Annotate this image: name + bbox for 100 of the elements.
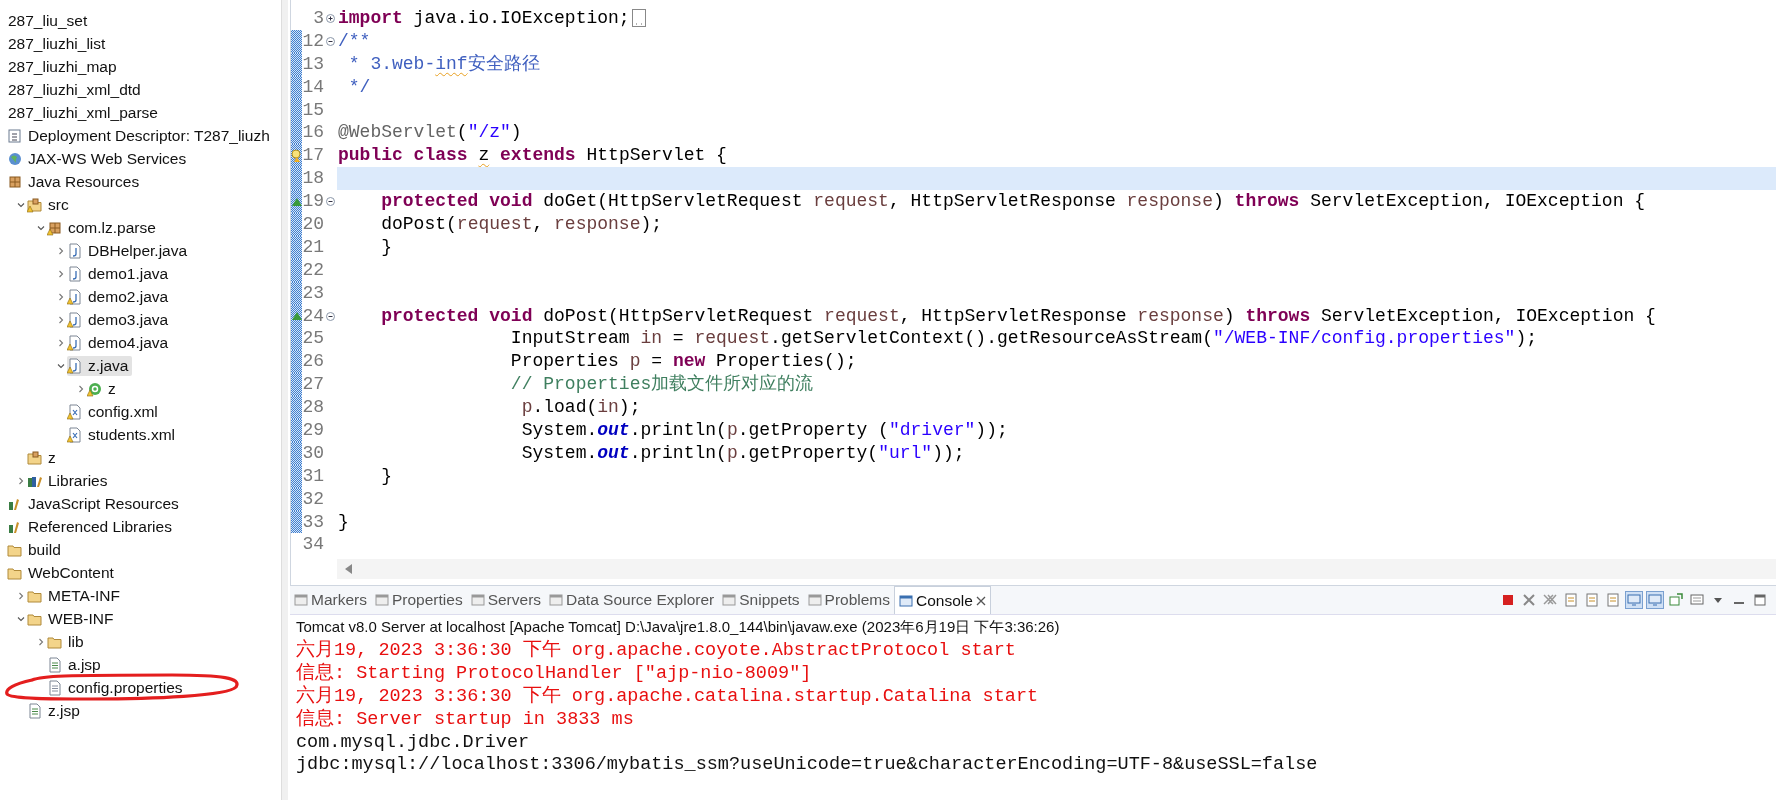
- line-number: 28: [302, 396, 324, 420]
- code-line: doPost(request, response);: [380, 213, 663, 236]
- line-number: 17: [302, 144, 324, 168]
- view-tab[interactable]: Problems: [803, 586, 895, 614]
- tree-item[interactable]: demo4.java: [67, 332, 172, 353]
- tree-item[interactable]: build: [7, 539, 64, 560]
- tree-item[interactable]: Referenced Libraries: [7, 516, 175, 537]
- view-tab[interactable]: Console: [894, 586, 991, 614]
- code-line: @WebServlet("/z"): [338, 121, 522, 145]
- line-number: 20: [302, 213, 324, 236]
- chevron-right-icon[interactable]: [56, 338, 65, 347]
- line-number: 14: [302, 75, 324, 99]
- code-line: }: [380, 235, 392, 259]
- chevron-right-icon[interactable]: [16, 476, 25, 485]
- console-line: 信息: Server startup in 3833 ms: [296, 708, 635, 732]
- triangle-icon[interactable]: [291, 197, 302, 206]
- tree-item[interactable]: z: [87, 378, 119, 399]
- lightbulb-icon[interactable]: [291, 148, 302, 163]
- launch-info: Tomcat v8.0 Server at localhost [Apache Tomcat] D:\Java\jre1.8.0_144\bin\javaw.exe (2023年6月19日 下午3:36:26): [295, 617, 1061, 637]
- chevron-right-icon[interactable]: [76, 384, 85, 393]
- expand-icon[interactable]: [326, 13, 335, 23]
- view-tab[interactable]: Data Source Explorer: [545, 586, 719, 614]
- display-icon[interactable]: [1689, 592, 1705, 608]
- line-number: 32: [302, 487, 324, 511]
- console-line: 信息: Starting ProtocolHandler ["ajp-nio-8009"]: [296, 662, 813, 685]
- stop-icon[interactable]: [1500, 592, 1516, 608]
- window-icon: [722, 593, 737, 607]
- scrollbar[interactable]: [281, 0, 288, 800]
- chevron-right-icon[interactable]: [56, 315, 65, 324]
- chevron-right-icon[interactable]: [36, 637, 45, 646]
- window-icon: [899, 593, 914, 608]
- chevron-right-icon[interactable]: [16, 591, 25, 600]
- chevron-right-icon[interactable]: [56, 292, 65, 301]
- tree-item[interactable]: META-INF: [27, 585, 124, 606]
- view-tab[interactable]: Servers: [466, 586, 546, 614]
- code-line: System.out.println(p.getProperty("url"));: [520, 441, 965, 465]
- tree-item[interactable]: src: [27, 194, 72, 215]
- chevron-down-icon[interactable]: [16, 200, 25, 209]
- tree-item[interactable]: com.lz.parse: [47, 217, 159, 238]
- code-line: }: [338, 510, 349, 534]
- line-number: 25: [302, 327, 324, 351]
- document-icon[interactable]: [1563, 592, 1579, 608]
- tree-item[interactable]: WebContent: [7, 562, 117, 583]
- chevron-down-icon[interactable]: [36, 223, 45, 232]
- line-number: 31: [302, 464, 324, 488]
- tree-item[interactable]: 287_liuzhi_xml_parse: [0, 102, 161, 123]
- tree-item[interactable]: Libraries: [27, 470, 111, 491]
- tree-item[interactable]: 287_liu_set: [0, 10, 91, 31]
- tree-item[interactable]: z.java: [67, 355, 132, 376]
- tree-item[interactable]: config.xml: [67, 401, 161, 422]
- tree-item[interactable]: Deployment Descriptor: T287_liuzh: [7, 125, 273, 146]
- line-number: 33: [302, 510, 324, 534]
- tree-item[interactable]: lib: [47, 631, 87, 652]
- tree-item[interactable]: 287_liuzhi_list: [0, 33, 109, 54]
- window-icon: [294, 593, 308, 607]
- code-line: protected void doGet(HttpServletRequest request, HttpServletResponse response) throws ServletException, IOException {: [380, 190, 1646, 214]
- console-line: jdbc:mysql://localhost:3306/mybatis_ssm?useUnicode=true&characterEncoding=UTF-8&useSSL=false: [296, 754, 1319, 778]
- view-tab[interactable]: Markers: [290, 586, 371, 614]
- code-line: * 3.web-inf安全路径: [347, 52, 540, 76]
- console-line: 六月19, 2023 3:36:30 下午 org.apache.coyote.AbstractProtocol start: [296, 640, 1017, 662]
- monitor-icon[interactable]: [1647, 592, 1663, 608]
- tree-item[interactable]: a.jsp: [47, 654, 104, 675]
- view-tab[interactable]: Properties: [371, 586, 467, 614]
- folded-code-icon[interactable]: [631, 9, 646, 28]
- collapse-icon[interactable]: [326, 311, 335, 321]
- document-icon[interactable]: [1584, 592, 1600, 608]
- close-icon[interactable]: [975, 595, 986, 606]
- code-line: InputStream in = request.getServletContext().getResourceAsStream("/WEB-INF/config.properties");: [509, 327, 1538, 351]
- chevron-right-icon[interactable]: [56, 269, 65, 278]
- tree-item[interactable]: 287_liuzhi_xml_dtd: [0, 79, 144, 100]
- code-line: public class z extends HttpServlet {: [338, 144, 727, 168]
- tree-item[interactable]: WEB-INF: [27, 608, 117, 629]
- tree-item[interactable]: demo2.java: [67, 286, 172, 307]
- tree-item[interactable]: demo1.java: [67, 263, 172, 284]
- tree-item[interactable]: DBHelper.java: [67, 240, 191, 261]
- close-icon[interactable]: [1521, 592, 1537, 608]
- line-number: 3: [312, 7, 324, 30]
- tree-item[interactable]: z.jsp: [27, 700, 83, 721]
- chevron-down-icon[interactable]: [56, 361, 65, 370]
- tree-item[interactable]: JavaScript Resources: [7, 493, 182, 514]
- tree-item[interactable]: 287_liuzhi_map: [0, 56, 120, 77]
- maximize-icon[interactable]: [1752, 592, 1768, 608]
- chevron-right-icon[interactable]: [56, 246, 65, 255]
- document-icon[interactable]: [1605, 592, 1621, 608]
- line-number: 34: [302, 533, 324, 557]
- code-line: }: [380, 464, 392, 488]
- tree-item[interactable]: students.xml: [67, 424, 178, 445]
- scroll-left-icon[interactable]: [345, 564, 353, 574]
- pin-icon[interactable]: [1668, 592, 1684, 608]
- view-tab[interactable]: Snippets: [718, 586, 804, 614]
- tree-item[interactable]: z: [27, 447, 59, 468]
- code-line: protected void doPost(HttpServletRequest request, HttpServletResponse response) throws ServletException, IOException {: [380, 304, 1656, 328]
- chevron-down-icon[interactable]: [16, 614, 25, 623]
- collapse-icon[interactable]: [326, 36, 335, 46]
- tree-item[interactable]: JAX-WS Web Services: [7, 148, 190, 169]
- triangle-icon[interactable]: [291, 312, 302, 320]
- tree-item[interactable]: Java Resources: [7, 171, 143, 192]
- monitor-icon[interactable]: [1626, 592, 1642, 608]
- collapse-icon[interactable]: [326, 197, 335, 207]
- tree-item[interactable]: demo3.java: [67, 309, 172, 330]
